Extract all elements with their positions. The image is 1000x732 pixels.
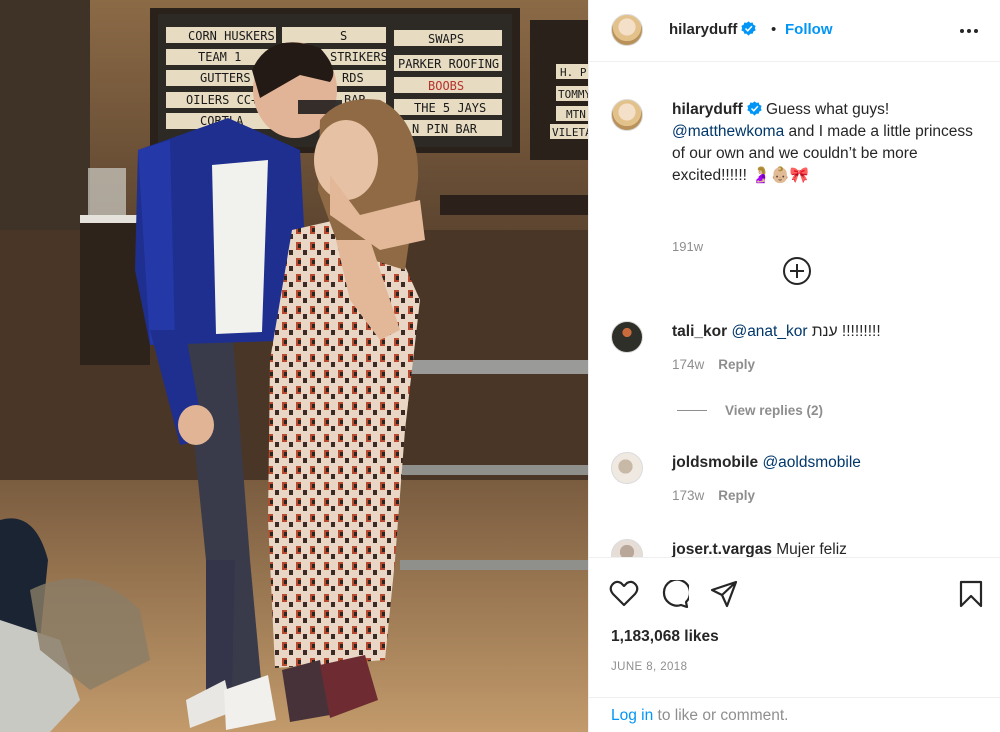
comment-body: Mujer feliz xyxy=(771,541,847,557)
share-button[interactable] xyxy=(710,580,738,613)
share-icon[interactable] xyxy=(710,580,738,608)
view-replies-label[interactable]: View replies (2) xyxy=(725,403,823,418)
caption-username[interactable]: hilaryduff xyxy=(672,101,743,118)
login-footer: Log in to like or comment. xyxy=(589,697,1000,732)
sign-text: MTN xyxy=(566,108,586,121)
comments-scroll-area[interactable]: hilaryduff Guess what guys! @matthewkoma… xyxy=(589,63,1000,557)
sign-text: VILETA xyxy=(552,126,588,139)
login-prompt: Log in to like or comment. xyxy=(611,707,788,725)
sign-text: THE 5 JAYS xyxy=(414,101,486,115)
likes-count[interactable]: 1,183,068 likes xyxy=(611,628,719,646)
caption-avatar[interactable] xyxy=(611,99,643,131)
author-username-text[interactable]: hilaryduff xyxy=(669,21,737,38)
caption-mention-link[interactable]: @matthewkoma xyxy=(672,123,784,140)
comment-meta: 173w Reply xyxy=(672,488,755,503)
comment-username[interactable]: joser.t.vargas xyxy=(672,541,772,557)
post-actions: 1,183,068 likes June 8, 2018 xyxy=(589,557,1000,697)
verified-icon xyxy=(741,21,756,36)
comment-icon[interactable] xyxy=(660,578,692,609)
caption-body-1: Guess what guys! xyxy=(765,101,890,118)
sign-text: BOOBS xyxy=(428,79,464,93)
comment-avatar[interactable] xyxy=(611,539,643,557)
sign-text: CORN HUSKERS xyxy=(188,29,275,43)
login-link[interactable]: Log in xyxy=(611,707,653,724)
save-button[interactable] xyxy=(959,580,983,613)
load-more-comments-button[interactable] xyxy=(782,256,812,286)
view-replies-button[interactable]: View replies (2) xyxy=(677,403,823,418)
reply-button[interactable]: Reply xyxy=(718,488,755,503)
verified-icon xyxy=(747,101,762,116)
sign-text: PARKER ROOFING xyxy=(398,57,499,71)
comment-meta: 174w Reply xyxy=(672,357,755,372)
author-avatar[interactable] xyxy=(611,14,643,46)
more-options-icon[interactable] xyxy=(959,24,979,43)
comment-username[interactable]: tali_kor xyxy=(672,323,727,340)
comment-username[interactable]: joldsmobile xyxy=(672,454,758,471)
bookmark-icon[interactable] xyxy=(959,580,983,608)
sign-text: TEAM 1 xyxy=(198,50,241,64)
follow-button[interactable]: Follow xyxy=(785,21,833,38)
sign-text: SWAPS xyxy=(428,32,464,46)
sign-text: RDS xyxy=(342,71,364,85)
post-side-panel: hilaryduff • Follow hilaryduff Guess wha… xyxy=(588,0,1000,732)
comment-avatar[interactable] xyxy=(611,452,643,484)
comment-text: tali_kor @anat_kor ענת !!!!!!!!! xyxy=(672,321,982,343)
like-button[interactable] xyxy=(609,580,639,613)
comment-timestamp[interactable]: 174w xyxy=(672,357,704,372)
heart-icon[interactable] xyxy=(609,580,639,608)
add-circle-icon[interactable] xyxy=(782,256,812,286)
comment-body: ענת !!!!!!!!! xyxy=(807,323,881,340)
sign-text: N PIN BAR xyxy=(412,122,478,136)
separator-dot: • xyxy=(771,21,777,38)
comment-button[interactable] xyxy=(660,578,692,613)
comment-text: joser.t.vargas Mujer feliz xyxy=(672,539,982,557)
comment-mention-link[interactable]: @anat_kor xyxy=(731,323,807,340)
login-suffix: to like or comment. xyxy=(653,707,789,724)
caption-text: hilaryduff Guess what guys! @matthewkoma… xyxy=(672,99,982,187)
sign-text: TOMMY xyxy=(558,88,588,101)
reply-button[interactable]: Reply xyxy=(718,357,755,372)
comment-text: joldsmobile @aoldsmobile xyxy=(672,452,982,474)
post-date[interactable]: June 8, 2018 xyxy=(611,661,687,673)
photo-illustration: CORN HUSKERS TEAM 1 GUTTERS OILERS CC+N … xyxy=(0,0,588,732)
sign-text: STRIKERS xyxy=(330,50,388,64)
comment-mention-link[interactable]: @aoldsmobile xyxy=(762,454,860,471)
post-header: hilaryduff • Follow xyxy=(589,0,1000,62)
comment-avatar[interactable] xyxy=(611,321,643,353)
sign-text: GUTTERS xyxy=(200,71,251,85)
author-username[interactable]: hilaryduff xyxy=(669,21,756,38)
caption-timestamp[interactable]: 191w xyxy=(672,239,703,254)
sign-text: S xyxy=(340,29,347,43)
comment-timestamp[interactable]: 173w xyxy=(672,488,704,503)
post-photo[interactable]: CORN HUSKERS TEAM 1 GUTTERS OILERS CC+N … xyxy=(0,0,588,732)
sign-text: H. P xyxy=(560,66,587,79)
replies-divider-line xyxy=(677,410,707,411)
